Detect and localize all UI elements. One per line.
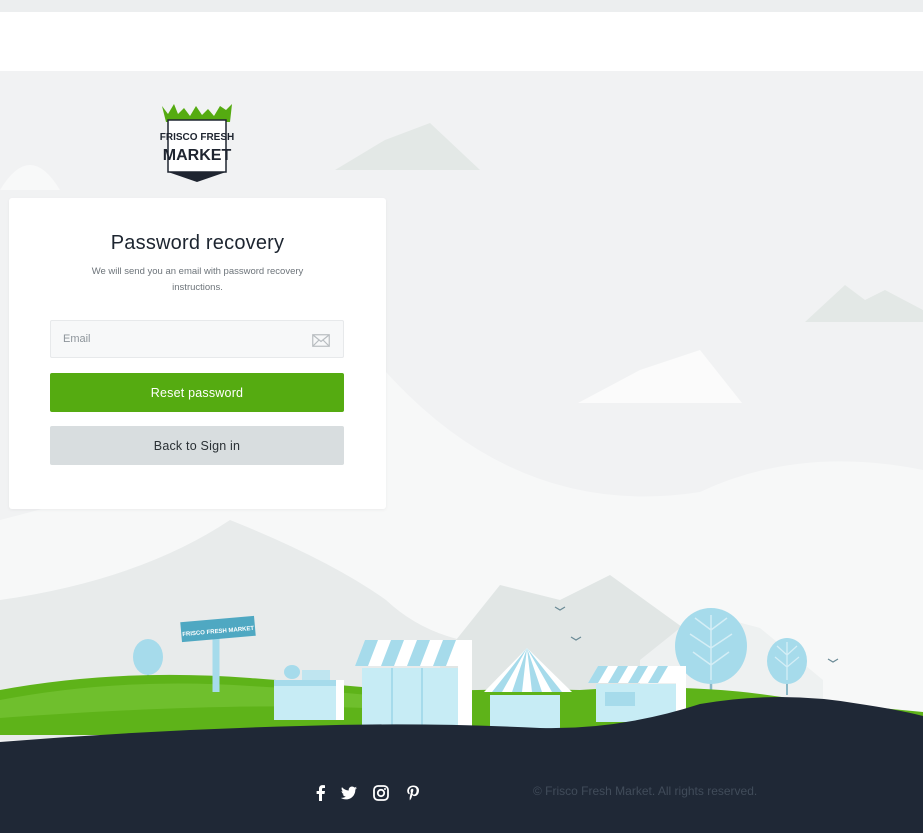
facebook-icon[interactable] <box>312 784 330 802</box>
password-recovery-card: Password recovery We will send you an em… <box>9 198 386 509</box>
back-to-sign-in-button[interactable]: Back to Sign in <box>50 426 344 465</box>
market-sign: FRISCO FRESH MARKET <box>182 626 255 638</box>
market-sign-text: FRISCO FRESH MARKET <box>182 626 255 638</box>
top-strip <box>0 0 923 12</box>
twitter-icon[interactable] <box>340 784 358 802</box>
reset-password-button[interactable]: Reset password <box>50 373 344 412</box>
email-field <box>50 320 344 358</box>
social-links <box>312 784 424 802</box>
logo-line-1: FRISCO FRESH <box>160 132 234 143</box>
pinterest-icon[interactable] <box>404 784 422 802</box>
instagram-icon[interactable] <box>372 784 390 802</box>
header-bar <box>0 12 923 71</box>
envelope-icon <box>312 334 330 347</box>
copyright-text: © Frisco Fresh Market. All rights reserv… <box>533 784 758 798</box>
logo-line-2: MARKET <box>163 147 232 164</box>
recovery-instructions: We will send you an email with password … <box>91 266 304 293</box>
frisco-fresh-market-logo: FRISCO FRESH MARKET <box>160 104 234 182</box>
page-title: Password recovery <box>110 232 285 254</box>
email-input[interactable] <box>51 321 301 357</box>
